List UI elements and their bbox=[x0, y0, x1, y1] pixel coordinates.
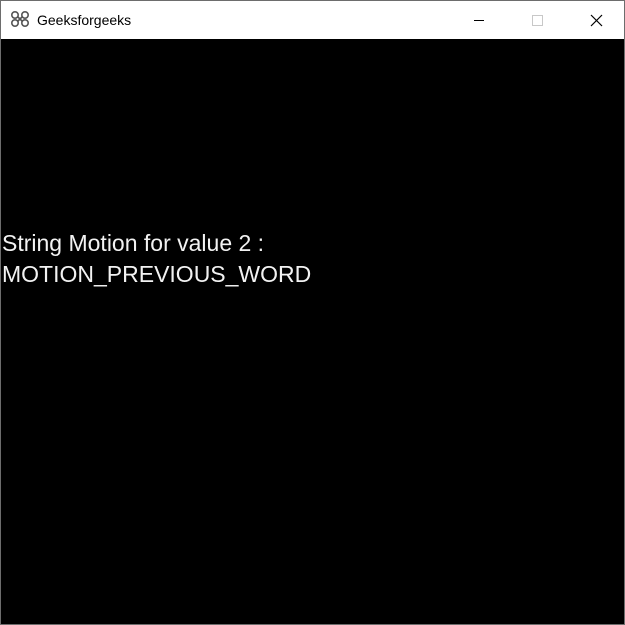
close-button[interactable] bbox=[573, 1, 619, 39]
window-title: Geeksforgeeks bbox=[37, 12, 132, 28]
motion-label: String Motion for value 2 : MOTION_PREVI… bbox=[2, 228, 311, 290]
content-area: String Motion for value 2 : MOTION_PREVI… bbox=[1, 39, 624, 624]
motion-label-line-1: String Motion for value 2 : bbox=[2, 230, 265, 256]
app-icon bbox=[10, 9, 30, 29]
maximize-icon bbox=[532, 15, 543, 26]
minimize-button[interactable] bbox=[456, 1, 502, 39]
title-bar[interactable]: Geeksforgeeks bbox=[1, 1, 624, 39]
motion-label-line-2: MOTION_PREVIOUS_WORD bbox=[2, 261, 312, 287]
minimize-icon bbox=[474, 20, 484, 21]
app-window: Geeksforgeeks String Motion for value 2 … bbox=[0, 0, 625, 625]
close-icon bbox=[590, 14, 603, 27]
maximize-button[interactable] bbox=[514, 1, 560, 39]
